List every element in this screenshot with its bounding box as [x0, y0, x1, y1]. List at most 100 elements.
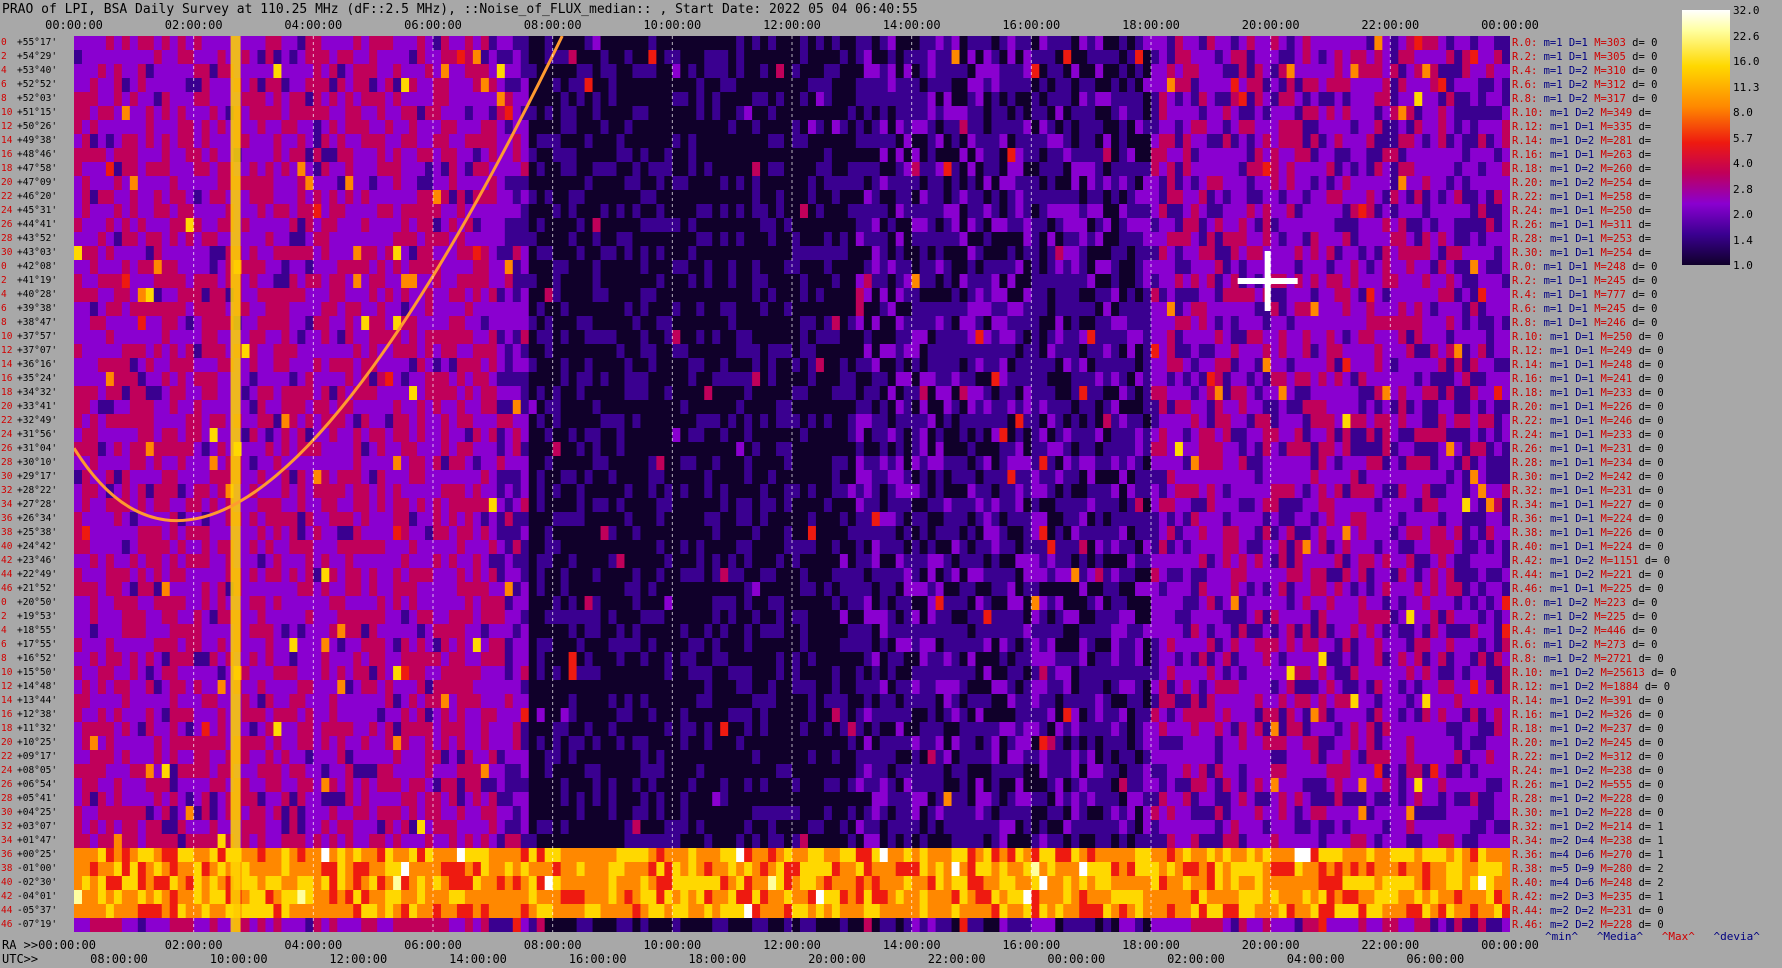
heatmap-cell	[1182, 246, 1192, 261]
heatmap-cell	[720, 64, 729, 79]
heatmap-cell	[129, 162, 139, 177]
heatmap-cell	[768, 204, 777, 219]
heatmap-cell	[1071, 260, 1080, 275]
heatmap-cell	[600, 246, 610, 261]
heatmap-cell	[1342, 330, 1352, 345]
heatmap-cell	[951, 274, 961, 289]
heatmap-cell	[201, 274, 211, 289]
heatmap-cell	[1166, 176, 1176, 191]
heatmap-cell	[353, 218, 362, 233]
heatmap-cell	[680, 386, 689, 401]
heatmap-cell	[1382, 148, 1391, 163]
heatmap-cell	[512, 190, 522, 205]
heatmap-cell	[448, 372, 458, 387]
heatmap-cell	[672, 232, 681, 247]
heatmap-cell	[680, 204, 689, 219]
heatmap-cell	[409, 246, 418, 261]
declination-row: 14 +13°44'	[0, 694, 74, 708]
heatmap-cell	[1015, 218, 1024, 233]
heatmap-cell	[1198, 274, 1208, 289]
heatmap-cell	[1350, 92, 1360, 107]
heatmap-cell	[1039, 330, 1048, 345]
heatmap-cell	[616, 386, 626, 401]
heatmap-cell	[257, 330, 267, 345]
heatmap-cell	[353, 64, 362, 79]
heatmap-cell	[1015, 316, 1024, 331]
heatmap-cell	[129, 176, 139, 191]
heatmap-cell	[752, 260, 761, 275]
heatmap-cell	[720, 316, 729, 331]
heatmap-cell	[664, 190, 673, 205]
heatmap-cell	[704, 302, 713, 317]
heatmap-cell	[433, 92, 442, 107]
heatmap-cell	[241, 372, 251, 387]
heatmap-cell	[361, 232, 370, 247]
heatmap-cell	[560, 148, 570, 163]
heatmap-cell	[1230, 36, 1240, 51]
spectrogram-heatmap[interactable]	[74, 36, 1510, 932]
heatmap-cell	[1454, 134, 1463, 149]
heatmap-cell	[480, 330, 490, 345]
heatmap-cell	[1262, 330, 1272, 345]
heatmap-cell	[273, 274, 283, 289]
heatmap-cell	[823, 372, 833, 387]
dec-index: 46	[1, 583, 13, 594]
heatmap-cell	[600, 386, 610, 401]
heatmap-cell	[520, 204, 530, 219]
heatmap-cell	[401, 386, 410, 401]
heatmap-cell	[624, 204, 634, 219]
heatmap-cell	[560, 288, 570, 303]
heatmap-cell	[568, 344, 578, 359]
heatmap-cell	[863, 162, 873, 177]
heatmap-cell	[616, 50, 626, 65]
heatmap-cell	[504, 302, 514, 317]
heatmap-cell	[105, 64, 115, 79]
heatmap-cell	[656, 316, 665, 331]
heatmap-cell	[153, 302, 163, 317]
heatmap-cell	[1270, 148, 1280, 163]
heatmap-cell	[193, 162, 203, 177]
dec-value: +09°17'	[17, 751, 58, 762]
heatmap-cell	[831, 92, 841, 107]
heatmap-cell	[417, 162, 426, 177]
heatmap-cell	[680, 358, 689, 373]
heatmap-cell	[1318, 288, 1328, 303]
heatmap-cell	[1398, 386, 1407, 401]
heatmap-cell	[600, 162, 610, 177]
heatmap-cell	[1007, 120, 1016, 135]
heatmap-cell	[361, 260, 370, 275]
heatmap-cell	[951, 134, 961, 149]
heatmap-cell	[145, 78, 155, 93]
heatmap-cell	[1238, 232, 1248, 247]
heatmap-cell	[823, 232, 833, 247]
heatmap-cell	[1310, 176, 1320, 191]
heatmap-cell	[161, 64, 171, 79]
heatmap-cell	[1206, 344, 1216, 359]
dec-index: 0	[1, 261, 7, 272]
heatmap-cell	[393, 246, 402, 261]
heatmap-cell	[983, 260, 993, 275]
heatmap-cell	[401, 162, 410, 177]
heatmap-cell	[409, 372, 418, 387]
heatmap-cell	[1023, 372, 1032, 387]
heatmap-cell	[911, 78, 921, 93]
heatmap-cell	[792, 246, 801, 261]
heatmap-cell	[616, 36, 626, 51]
heatmap-cell	[1143, 218, 1152, 233]
heatmap-cell	[1095, 288, 1104, 303]
heatmap-cell	[89, 372, 99, 387]
heatmap-cell	[1071, 190, 1080, 205]
heatmap-cell	[1015, 190, 1024, 205]
heatmap-cell	[1414, 302, 1423, 317]
heatmap-cell	[81, 372, 91, 387]
heatmap-cell	[847, 120, 857, 135]
heatmap-cell	[1294, 64, 1304, 79]
heatmap-cell	[959, 372, 969, 387]
heatmap-cell	[1310, 302, 1320, 317]
heatmap-cell	[855, 162, 865, 177]
heatmap-cell	[113, 78, 123, 93]
dec-index: 14	[1, 359, 13, 370]
heatmap-cell	[704, 176, 713, 191]
heatmap-cell	[177, 176, 187, 191]
declination-row: 10 +15°50'	[0, 666, 74, 680]
